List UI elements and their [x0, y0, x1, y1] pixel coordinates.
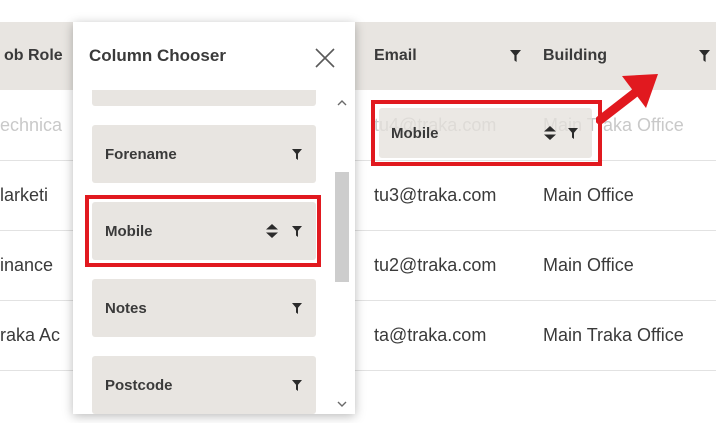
column-chooser-item-forename[interactable]: Forename: [92, 125, 316, 183]
cell-job-role: larketi: [0, 184, 49, 205]
sort-icon[interactable]: [266, 202, 278, 260]
column-chooser-item-notes[interactable]: Notes: [92, 279, 316, 337]
column-chooser-item-label: Mobile: [105, 222, 153, 240]
drag-ghost-label: Mobile: [391, 124, 439, 142]
cell-job-role: raka Ac: [0, 324, 61, 345]
column-chooser-list: Forename Mobile Notes Postcode: [73, 90, 355, 414]
column-chooser-item-mobile[interactable]: Mobile: [92, 202, 316, 260]
column-chooser-item-postcode[interactable]: Postcode: [92, 356, 316, 414]
filter-icon[interactable]: [292, 202, 302, 260]
filter-icon[interactable]: [292, 279, 302, 337]
red-arrow-annotation: [596, 74, 658, 125]
column-chooser-item-label: Forename: [105, 145, 177, 163]
column-chooser-item-label: Postcode: [105, 376, 173, 394]
filter-icon[interactable]: [510, 22, 521, 90]
drag-ghost-mobile[interactable]: Mobile: [371, 100, 602, 166]
chevron-down-icon[interactable]: [332, 396, 352, 412]
cell-building: Main Office: [543, 254, 634, 275]
cell-job-role: inance: [0, 254, 54, 275]
column-chooser-item[interactable]: [92, 90, 316, 106]
cell-job-role: echnica: [0, 114, 63, 135]
scroll-thumb[interactable]: [335, 172, 349, 282]
column-header-building-label: Building: [543, 47, 607, 64]
chevron-up-icon[interactable]: [332, 94, 352, 110]
column-chooser-title: Column Chooser: [89, 46, 226, 65]
column-header-email-label: Email: [374, 47, 417, 64]
close-icon[interactable]: [313, 46, 337, 70]
cell-building: Main Office: [543, 184, 634, 205]
column-header-job-role[interactable]: ob Role: [4, 22, 74, 90]
filter-icon: [568, 108, 578, 158]
cell-email: tu2@traka.com: [374, 254, 497, 275]
sort-icon: [544, 108, 556, 158]
drag-ghost-body: Mobile: [379, 108, 592, 158]
column-chooser-item-label: Notes: [105, 299, 147, 317]
filter-icon[interactable]: [699, 22, 710, 90]
scroll-track[interactable]: [335, 172, 349, 372]
cell-building: Main Traka Office: [543, 324, 684, 345]
column-header-job-role-label: ob Role: [4, 47, 63, 64]
cell-email: tu3@traka.com: [374, 184, 497, 205]
cell-email: ta@traka.com: [374, 324, 487, 345]
column-chooser-scrollbar[interactable]: [332, 90, 352, 412]
filter-icon[interactable]: [292, 356, 302, 414]
column-header-email[interactable]: Email: [374, 22, 524, 90]
column-chooser-panel: Column Chooser Forename Mobile Notes Pos…: [73, 22, 355, 414]
filter-icon[interactable]: [292, 125, 302, 183]
